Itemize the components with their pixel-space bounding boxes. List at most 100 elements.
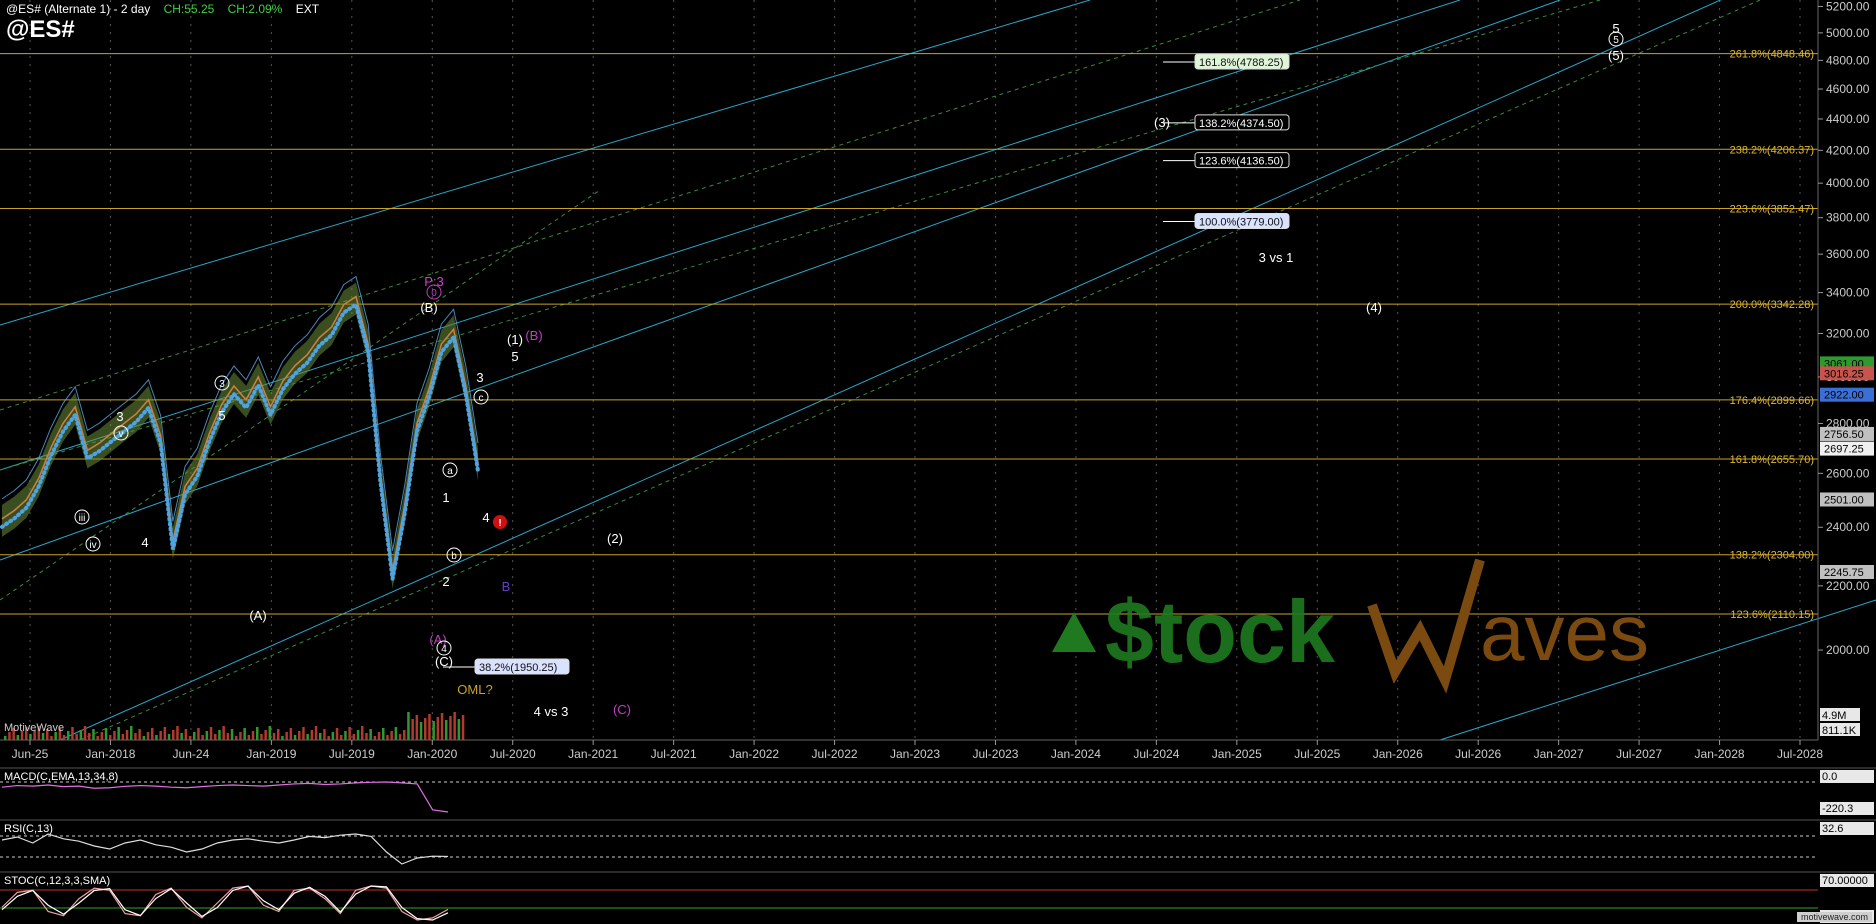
price-tag-label: 2697.25 (1824, 444, 1864, 456)
pane-title: MACD(C,EMA,13,34,8) (4, 771, 118, 783)
indicator-line (1, 833, 449, 865)
volume-bar (327, 736, 330, 740)
volume-bar (457, 719, 461, 740)
source-label: MotiveWave (4, 722, 65, 734)
volume-bar (268, 726, 272, 740)
volume-bar (134, 733, 137, 740)
volume-bar (226, 733, 230, 740)
volume-tag-label: 811.1K (1822, 725, 1857, 737)
wave-label: 3 vs 1 (1259, 250, 1294, 265)
wave-label: (C) (613, 702, 631, 717)
price-tick-label: 4400.00 (1826, 112, 1870, 126)
wave-label: 4 (482, 510, 489, 525)
volume-bar (188, 736, 192, 740)
trend-line (0, 0, 1561, 561)
volume-bar (201, 735, 204, 740)
volume-bar (50, 736, 53, 740)
watermark-text: $tock (1105, 582, 1336, 681)
volume-bar (314, 726, 318, 740)
chart-canvas[interactable]: 261.8%(4848.46) 238.2%(4206.37) 223.6%(385… (0, 0, 1876, 924)
time-tick-label: Jul-2025 (1294, 747, 1340, 761)
volume-bar (361, 726, 364, 740)
volume-bar (436, 717, 440, 740)
price-tick-label: 2600.00 (1826, 466, 1870, 480)
volume-bar (344, 731, 347, 740)
session-label: EXT (295, 2, 320, 16)
fib-label: 261.8%(4848.46) (1730, 49, 1814, 61)
volume-bar (209, 727, 213, 740)
wave-label: (B) (525, 328, 542, 343)
watermark-wave-icon (1367, 558, 1485, 694)
price-tick-label: 4600.00 (1826, 82, 1870, 96)
volume-bar (298, 731, 301, 740)
time-tick-label: Jan-2023 (890, 747, 940, 761)
volume-bar (407, 712, 410, 740)
price-tags: 3061.003016.252922.002756.502697.252501.… (1820, 356, 1874, 737)
volume-bar (281, 736, 284, 740)
volume-bar (184, 729, 188, 740)
footer-watermark: motivewave.com (1796, 912, 1872, 922)
volume-bar (155, 735, 158, 740)
fib-label: 123.6%(2110.15) (1730, 609, 1814, 621)
wave-circle-label: c (479, 393, 484, 404)
pane-tick-label: 70.00000 (1822, 875, 1868, 887)
wave-circle-label: iii (79, 513, 86, 524)
time-tick-label: Jul-2022 (812, 747, 858, 761)
fib-label: 200.0%(3342.28) (1730, 299, 1814, 311)
volume-bar (230, 729, 234, 740)
volume-bar (440, 713, 444, 740)
wave-label: 5 (1612, 21, 1619, 36)
pane-title: STOC(C,12,3,3,SMA) (4, 875, 110, 887)
volume-bar (302, 727, 305, 740)
time-tick-label: Jul-2024 (1133, 747, 1179, 761)
time-tick-label: Jul-2020 (490, 747, 536, 761)
volume-bar (432, 721, 435, 740)
volume-bar (277, 729, 280, 740)
chart-header: @ES# (Alternate 1) - 2 day CH:55.25 CH:2… (6, 2, 329, 16)
volume-bar (260, 734, 263, 740)
volume-bar (151, 728, 154, 740)
volume-bar (62, 735, 66, 740)
wave-label: (4) (1366, 300, 1382, 315)
price-tick-label: 5200.00 (1826, 0, 1870, 13)
volume-bar (419, 722, 423, 740)
volume-bar (415, 715, 419, 740)
time-tick-label: Jul-2028 (1777, 747, 1823, 761)
volume-bar (348, 727, 351, 740)
price-tag-label: 2756.50 (1824, 429, 1864, 441)
volume-bar (382, 728, 385, 740)
volume-bar (222, 726, 225, 740)
volume-bar (319, 733, 322, 740)
macd-pane[interactable]: MACD(C,EMA,13,34,8) 0.0 -220.3 (0, 767, 1876, 815)
volume-bar (92, 729, 95, 740)
rsi-pane[interactable]: RSI(C,13) 32.6 (0, 819, 1876, 865)
time-tick-label: Jan-2026 (1373, 747, 1423, 761)
wave-circle-label: v (119, 429, 124, 440)
wave-circle-label: iv (89, 540, 96, 551)
volume-bar (67, 731, 70, 740)
time-axis[interactable]: Jun-25 Jan-2018 Jun-24 Jan-2019 Jul-2019 Jan-… (0, 739, 1823, 761)
volume-bar (163, 727, 167, 740)
time-tick-label: Jan-2019 (246, 747, 296, 761)
moving-average-dots (0, 301, 480, 580)
volume-bar (453, 712, 456, 740)
pane-tick-label: 32.6 (1822, 823, 1843, 835)
volume-bar (79, 730, 83, 740)
volume-bar (41, 733, 45, 740)
time-tick-label: Jan-2020 (407, 747, 457, 761)
wave-circle-label: a (447, 466, 453, 477)
time-tick-label: Jan-2021 (568, 747, 618, 761)
wave-circle-label: 4 (441, 644, 447, 655)
wave-label: (3) (1154, 115, 1170, 130)
time-tick-label: Jan-2022 (729, 747, 779, 761)
price-tick-label: 2400.00 (1826, 520, 1870, 534)
stoc-pane[interactable]: STOC(C,12,3,3,SMA)70.0000030.00000 (0, 871, 1876, 923)
time-tick-label: Jan-2025 (1212, 747, 1262, 761)
volume-bar (180, 733, 183, 740)
wave-label: 2 (442, 574, 449, 589)
price-tick-label: 4000.00 (1826, 176, 1870, 190)
wave-circle-label: b (451, 551, 457, 562)
volume-bar (16, 735, 20, 740)
volume-bar (100, 732, 104, 740)
price-line (1, 295, 479, 571)
